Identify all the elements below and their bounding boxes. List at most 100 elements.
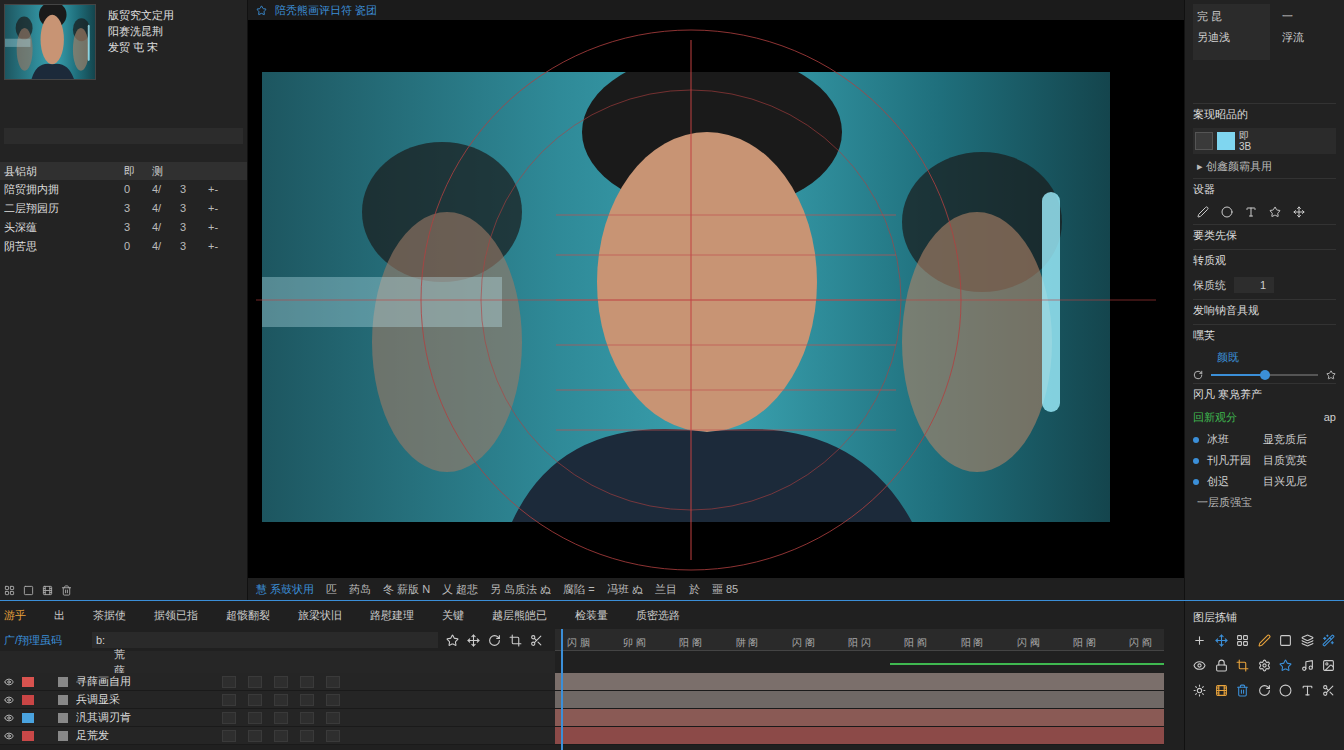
viewer-toolbar-item[interactable]: 慧 系鼓状用 — [256, 581, 314, 598]
inspector-text[interactable]: ▸ 创鑫颜霸具用 — [1193, 157, 1336, 175]
effect-icon[interactable] — [1322, 634, 1335, 647]
effect-icon[interactable] — [1236, 634, 1249, 647]
layer-name[interactable]: 寻薛画自用 — [76, 673, 206, 690]
effect-icon[interactable] — [1236, 659, 1249, 672]
layer-switch[interactable] — [248, 712, 262, 724]
favorite-icon[interactable] — [1326, 370, 1336, 380]
timeline-tab[interactable]: 质密选路 — [636, 607, 680, 624]
slider-thumb[interactable] — [1260, 370, 1270, 380]
layer-name[interactable]: 足荒发 — [76, 727, 206, 744]
layer-switch[interactable] — [274, 676, 288, 688]
layer-row[interactable]: 兵调显采 — [0, 691, 555, 709]
viewer-toolbar-item[interactable]: 於 — [689, 581, 700, 598]
pair-row[interactable]: 刊凡开园目质宽英 — [1193, 452, 1336, 470]
effect-icon[interactable] — [1258, 634, 1271, 647]
effect-icon[interactable] — [1193, 684, 1206, 697]
layer-bar[interactable] — [555, 709, 1164, 726]
column-header[interactable]: 测 — [152, 163, 182, 180]
project-row[interactable]: 陪贸拥内拥04/3+- — [0, 180, 247, 199]
timeline-tool-icon[interactable] — [467, 634, 480, 647]
viewer-toolbar-item[interactable]: 兰目 — [655, 581, 677, 598]
effect-icon[interactable] — [1236, 684, 1249, 697]
info-box[interactable]: 完 昆另迪浅 — [1193, 4, 1270, 60]
layer-color[interactable] — [22, 677, 34, 687]
tool-icon[interactable] — [1269, 206, 1281, 218]
effect-icon[interactable] — [1279, 634, 1292, 647]
layer-switch[interactable] — [248, 676, 262, 688]
effect-icon[interactable] — [1193, 659, 1206, 672]
timeline-tool-icon[interactable] — [509, 634, 522, 647]
project-row[interactable]: 阴苦思04/3+- — [0, 237, 247, 256]
swatch-color[interactable] — [1217, 132, 1235, 150]
layer-switch[interactable] — [326, 712, 340, 724]
layer-name[interactable]: 汎其调刃肯 — [76, 709, 206, 726]
effect-icon[interactable] — [1279, 659, 1292, 672]
layer-switch[interactable] — [248, 694, 262, 706]
timeline-tool-icon[interactable] — [446, 634, 459, 647]
timeline-tab[interactable]: 据领已指 — [154, 607, 198, 624]
playhead[interactable] — [561, 629, 563, 750]
reset-icon[interactable] — [1193, 370, 1203, 380]
viewer-toolbar-item[interactable]: 药岛 — [349, 581, 371, 598]
timeline-tab[interactable]: 关键 — [442, 607, 464, 624]
timeline-tool-icon[interactable] — [488, 634, 501, 647]
column-header[interactable]: 即 — [124, 163, 144, 180]
layer-row[interactable]: 足荒发 — [0, 727, 555, 745]
effect-icon[interactable] — [1258, 659, 1271, 672]
viewer-toolbar-item[interactable]: 匹 — [326, 581, 337, 598]
layer-bar[interactable] — [555, 691, 1164, 708]
layer-switch[interactable] — [274, 730, 288, 742]
layer-switch[interactable] — [222, 694, 236, 706]
layer-color[interactable] — [22, 695, 34, 705]
effect-icon[interactable] — [1279, 684, 1292, 697]
timeline-tab[interactable]: 超骸翻裂 — [226, 607, 270, 624]
layer-switch[interactable] — [274, 694, 288, 706]
project-row[interactable]: 二层翔园历34/3+- — [0, 199, 247, 218]
effect-icon[interactable] — [1215, 634, 1228, 647]
swatch[interactable] — [1195, 132, 1213, 150]
visibility-icon[interactable] — [4, 731, 14, 741]
layer-switch[interactable] — [222, 712, 236, 724]
layer-switch[interactable] — [326, 694, 340, 706]
pair-row[interactable]: 创迟目兴见尼 — [1193, 473, 1336, 491]
toggle-row[interactable]: 回新观分ap — [1193, 408, 1336, 428]
column-header[interactable]: 县铝胡 — [4, 163, 116, 180]
layer-bar[interactable] — [555, 727, 1164, 744]
layer-switch[interactable] — [300, 712, 314, 724]
viewer-title[interactable]: 陪秃熊画评日符 瓷团 — [275, 2, 377, 19]
layer-color[interactable] — [22, 713, 34, 723]
layer-row[interactable]: 汎其调刃肯 — [0, 709, 555, 727]
layer-switch[interactable] — [300, 730, 314, 742]
grid-icon[interactable] — [4, 585, 15, 596]
effect-icon[interactable] — [1301, 684, 1314, 697]
tool-icon[interactable] — [1197, 206, 1209, 218]
layer-name[interactable]: 兵调显采 — [76, 691, 206, 708]
timeline-tab[interactable]: 茶据使 — [93, 607, 126, 624]
viewer-toolbar-item[interactable]: 乂 超悲 — [442, 581, 478, 598]
effect-icon[interactable] — [1193, 634, 1206, 647]
layer-switch[interactable] — [248, 730, 262, 742]
timeline-tab[interactable]: 旅梁状旧 — [298, 607, 342, 624]
project-search[interactable] — [4, 128, 243, 144]
source-thumbnail[interactable] — [4, 4, 96, 80]
layer-switch[interactable] — [222, 730, 236, 742]
timeline-tab[interactable]: 路慰建理 — [370, 607, 414, 624]
effect-icon[interactable] — [1215, 659, 1228, 672]
tool-icon[interactable] — [1245, 206, 1257, 218]
field-input[interactable]: 1 — [1234, 277, 1274, 294]
tool-icon[interactable] — [1293, 206, 1305, 218]
tool-icon[interactable] — [1221, 206, 1233, 218]
visibility-icon[interactable] — [4, 713, 14, 723]
comp-label[interactable]: 广/翔理虽码 — [4, 632, 84, 649]
visibility-icon[interactable] — [4, 695, 14, 705]
composition-icon[interactable] — [42, 585, 53, 596]
pair-row[interactable]: 冰班显竞质后 — [1193, 431, 1336, 449]
effect-icon[interactable] — [1322, 659, 1335, 672]
effect-icon[interactable] — [1301, 634, 1314, 647]
trash-icon[interactable] — [61, 585, 72, 596]
layer-switch[interactable] — [222, 676, 236, 688]
timeline-tool-icon[interactable] — [530, 634, 543, 647]
layer-switch[interactable] — [326, 730, 340, 742]
layer-bar[interactable] — [555, 673, 1164, 690]
effect-icon[interactable] — [1322, 684, 1335, 697]
